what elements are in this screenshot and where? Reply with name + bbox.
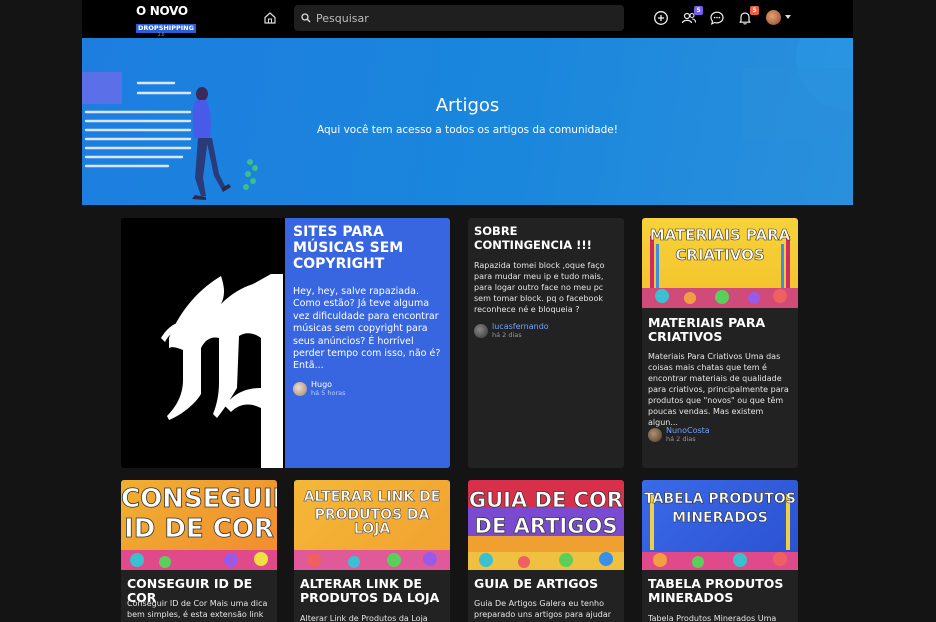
article-thumbnail[interactable]: MATERIAIS PARA CRIATIVOS: [642, 218, 798, 308]
hero-illustration: [82, 72, 258, 200]
thumbnail-line2: DE ARTIGOS: [474, 514, 618, 538]
article-excerpt: Alterar Link de Produtos da Loja Uma: [300, 614, 428, 622]
thumbnail-line2: ID DE COR: [124, 514, 275, 544]
post-time: há 5 horas: [311, 389, 346, 397]
site-logo[interactable]: O NOVO DROPSHIPPING 2.0: [136, 4, 196, 37]
thumbnail-line2: MINERADOS: [672, 510, 768, 526]
article-title[interactable]: ALTERAR LINK DE PRODUTOS DA LOJA: [300, 577, 445, 605]
article-excerpt: Guia De Artigos Galera eu tenho preparad…: [474, 599, 612, 619]
thumbnail-line1: TABELA PRODUTOS: [644, 491, 796, 507]
left-gutter: [0, 0, 82, 622]
friends-button[interactable]: 5: [681, 6, 703, 26]
page: O NOVO DROPSHIPPING 2.0 Pesquisar 5 5 Ar…: [0, 0, 936, 622]
thumbnail-line2: PRODUTOS DA LOJA: [314, 507, 430, 537]
article-card[interactable]: TABELA PRODUTOS MINERADOS TABELA PRODUTO…: [642, 480, 798, 622]
friends-badge: 5: [694, 6, 703, 15]
create-plus-icon[interactable]: [653, 10, 669, 26]
article-excerpt: Tabela Produtos Minerados Uma: [648, 614, 777, 622]
article-author[interactable]: lucasfernando há 2 dias: [474, 322, 549, 340]
page-subtitle: Aqui você tem acesso a todos os artigos …: [317, 124, 618, 136]
article-card[interactable]: MATERIAIS PARA CRIATIVOS MATERIAIS PARA …: [642, 218, 798, 468]
post-time: há 2 dias: [492, 331, 522, 339]
article-excerpt: Conseguir ID de Cor Mais uma dica bem si…: [127, 599, 268, 619]
author-name[interactable]: Hugo: [311, 380, 346, 389]
article-excerpt: Materiais Para Criativos Uma das coisas …: [648, 352, 789, 427]
article-card[interactable]: ALTERAR LINK DE PRODUTOS DA LOJA ALTERAR…: [294, 480, 450, 622]
search-bar[interactable]: [294, 5, 624, 31]
hero-decoration: [743, 38, 853, 138]
article-title[interactable]: TABELA PRODUTOS MINERADOS: [648, 577, 793, 605]
logo-line3: 2.0: [158, 32, 165, 37]
logo-line1: O NOVO: [136, 4, 188, 18]
thumbnail-line1: GUIA DE COR: [468, 488, 624, 512]
avatar: [293, 382, 307, 396]
search-icon: [301, 13, 311, 23]
article-thumbnail[interactable]: CONSEGUIR ID DE COR: [121, 480, 277, 570]
article-title[interactable]: SOBRE CONTINGENCIA !!!: [474, 224, 619, 252]
article-excerpt: Rapazida tomei block ,oque faço para mud…: [474, 261, 605, 314]
article-title[interactable]: MATERIAIS PARA CRIATIVOS: [648, 316, 793, 344]
article-card[interactable]: CONSEGUIR ID DE COR CONSEGUIR ID DE COR …: [121, 480, 277, 622]
article-thumbnail[interactable]: TABELA PRODUTOS MINERADOS: [642, 480, 798, 570]
author-name[interactable]: NunoCosta: [666, 426, 710, 435]
right-gutter: [853, 0, 936, 622]
user-avatar[interactable]: [766, 10, 781, 25]
article-card-featured[interactable]: SITES PARA MÚSICAS SEM COPYRIGHT Hey, he…: [121, 218, 450, 468]
article-card[interactable]: SOBRE CONTINGENCIA !!! Rapazida tomei bl…: [468, 218, 624, 468]
logo-line2: DROPSHIPPING: [136, 24, 196, 33]
article-thumbnail[interactable]: ALTERAR LINK DE PRODUTOS DA LOJA: [294, 480, 450, 570]
thumbnail-line1: CONSEGUIR: [121, 484, 277, 514]
chat-icon[interactable]: [709, 10, 725, 26]
hero-banner: Artigos Aqui você tem acesso a todos os …: [82, 38, 853, 205]
article-author[interactable]: NunoCosta há 2 dias: [648, 426, 710, 444]
post-time: há 2 dias: [666, 435, 696, 443]
author-name[interactable]: lucasfernando: [492, 322, 549, 331]
article-thumbnail[interactable]: GUIA DE COR DE ARTIGOS: [468, 480, 624, 570]
thumbnail-line1: MATERIAIS PARA: [649, 226, 791, 244]
avatar: [474, 324, 488, 338]
notifications-button[interactable]: 5: [737, 6, 759, 26]
thumbnail-line1: ALTERAR LINK DE: [303, 489, 441, 505]
top-bar: O NOVO DROPSHIPPING 2.0 Pesquisar 5 5: [82, 0, 853, 38]
article-excerpt: Hey, hey, salve rapaziada. Como estão? J…: [293, 286, 441, 372]
article-author[interactable]: Hugo há 5 horas: [293, 380, 346, 398]
notifications-badge: 5: [750, 6, 759, 15]
article-title[interactable]: SITES PARA MÚSICAS SEM COPYRIGHT: [293, 224, 443, 272]
gothic-letter-m-icon: [161, 274, 283, 468]
home-icon[interactable]: [263, 11, 277, 25]
page-title: Artigos: [435, 95, 500, 116]
search-input[interactable]: [316, 11, 606, 25]
article-card[interactable]: GUIA DE COR DE ARTIGOS GUIA DE ARTIGOS G…: [468, 480, 624, 622]
avatar: [648, 428, 662, 442]
thumbnail-line2: CRIATIVOS: [675, 246, 765, 264]
article-title[interactable]: GUIA DE ARTIGOS: [474, 577, 619, 591]
chevron-down-icon[interactable]: [785, 15, 791, 19]
